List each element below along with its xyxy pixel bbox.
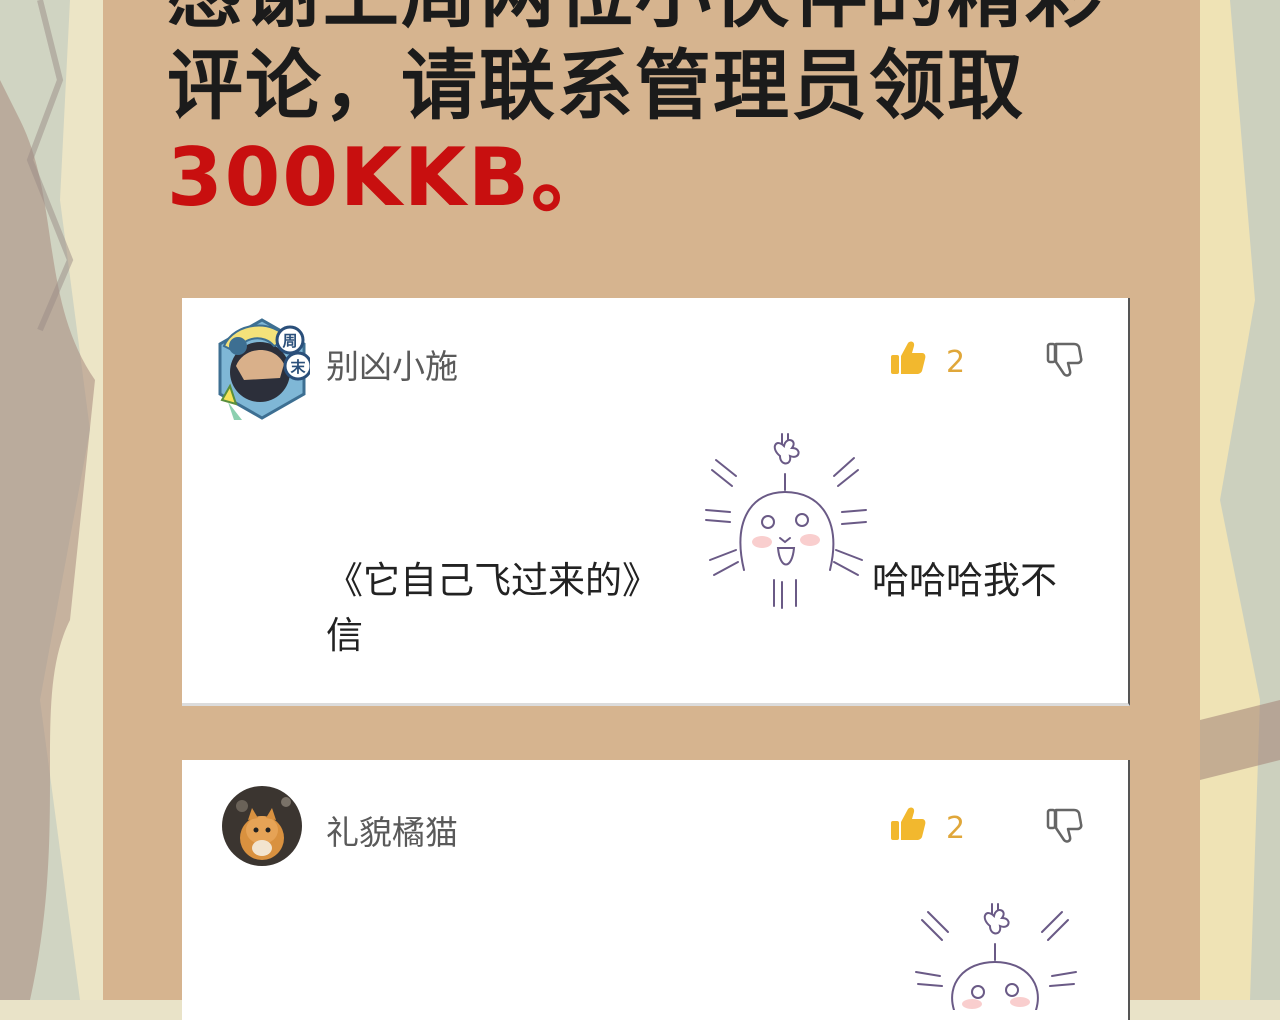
username[interactable]: 别凶小施 xyxy=(326,340,458,388)
thumbs-up-icon xyxy=(888,804,928,852)
like-count: 2 xyxy=(946,810,966,846)
avatar[interactable] xyxy=(222,786,302,866)
dislike-button[interactable] xyxy=(1044,340,1084,384)
comment-text-part-1: 《它自己飞过来的》 xyxy=(326,559,659,602)
headline: 感谢上周两位小伙伴的精彩 评论，请联系管理员领取 300KKB。 xyxy=(167,0,1167,224)
comment-text-part-2: 哈哈哈我不 xyxy=(872,559,1057,602)
headline-line-1: 感谢上周两位小伙伴的精彩 xyxy=(167,0,1167,40)
dislike-button[interactable] xyxy=(1044,806,1084,850)
avatar-badge-2: 末 xyxy=(290,358,306,376)
background-forest-right xyxy=(1200,0,1280,1000)
avatar[interactable]: 周 末 xyxy=(218,318,310,420)
comment-card: 礼貌橘猫 2 xyxy=(182,760,1130,1020)
like-button[interactable]: 2 xyxy=(888,338,965,386)
background-forest-left xyxy=(0,0,103,1000)
like-count: 2 xyxy=(946,344,966,380)
comment-text-part-3: 信 xyxy=(326,614,363,657)
thumbs-down-icon xyxy=(1044,808,1084,850)
thumbs-down-icon xyxy=(1044,342,1084,384)
comment-card: 周 末 别凶小施 2 《它自己飞过来的》 哈哈哈我不 信 xyxy=(182,298,1130,706)
avatar-badge-1: 周 xyxy=(282,332,297,350)
like-button[interactable]: 2 xyxy=(888,804,965,852)
username[interactable]: 礼貌橘猫 xyxy=(326,806,458,854)
thumbs-up-icon xyxy=(888,338,928,386)
crying-blob-sticker xyxy=(702,430,872,614)
headline-line-2: 评论，请联系管理员领取 xyxy=(167,41,1025,130)
headline-reward: 300KKB。 xyxy=(167,131,613,224)
crying-blob-sticker xyxy=(912,900,1082,1014)
